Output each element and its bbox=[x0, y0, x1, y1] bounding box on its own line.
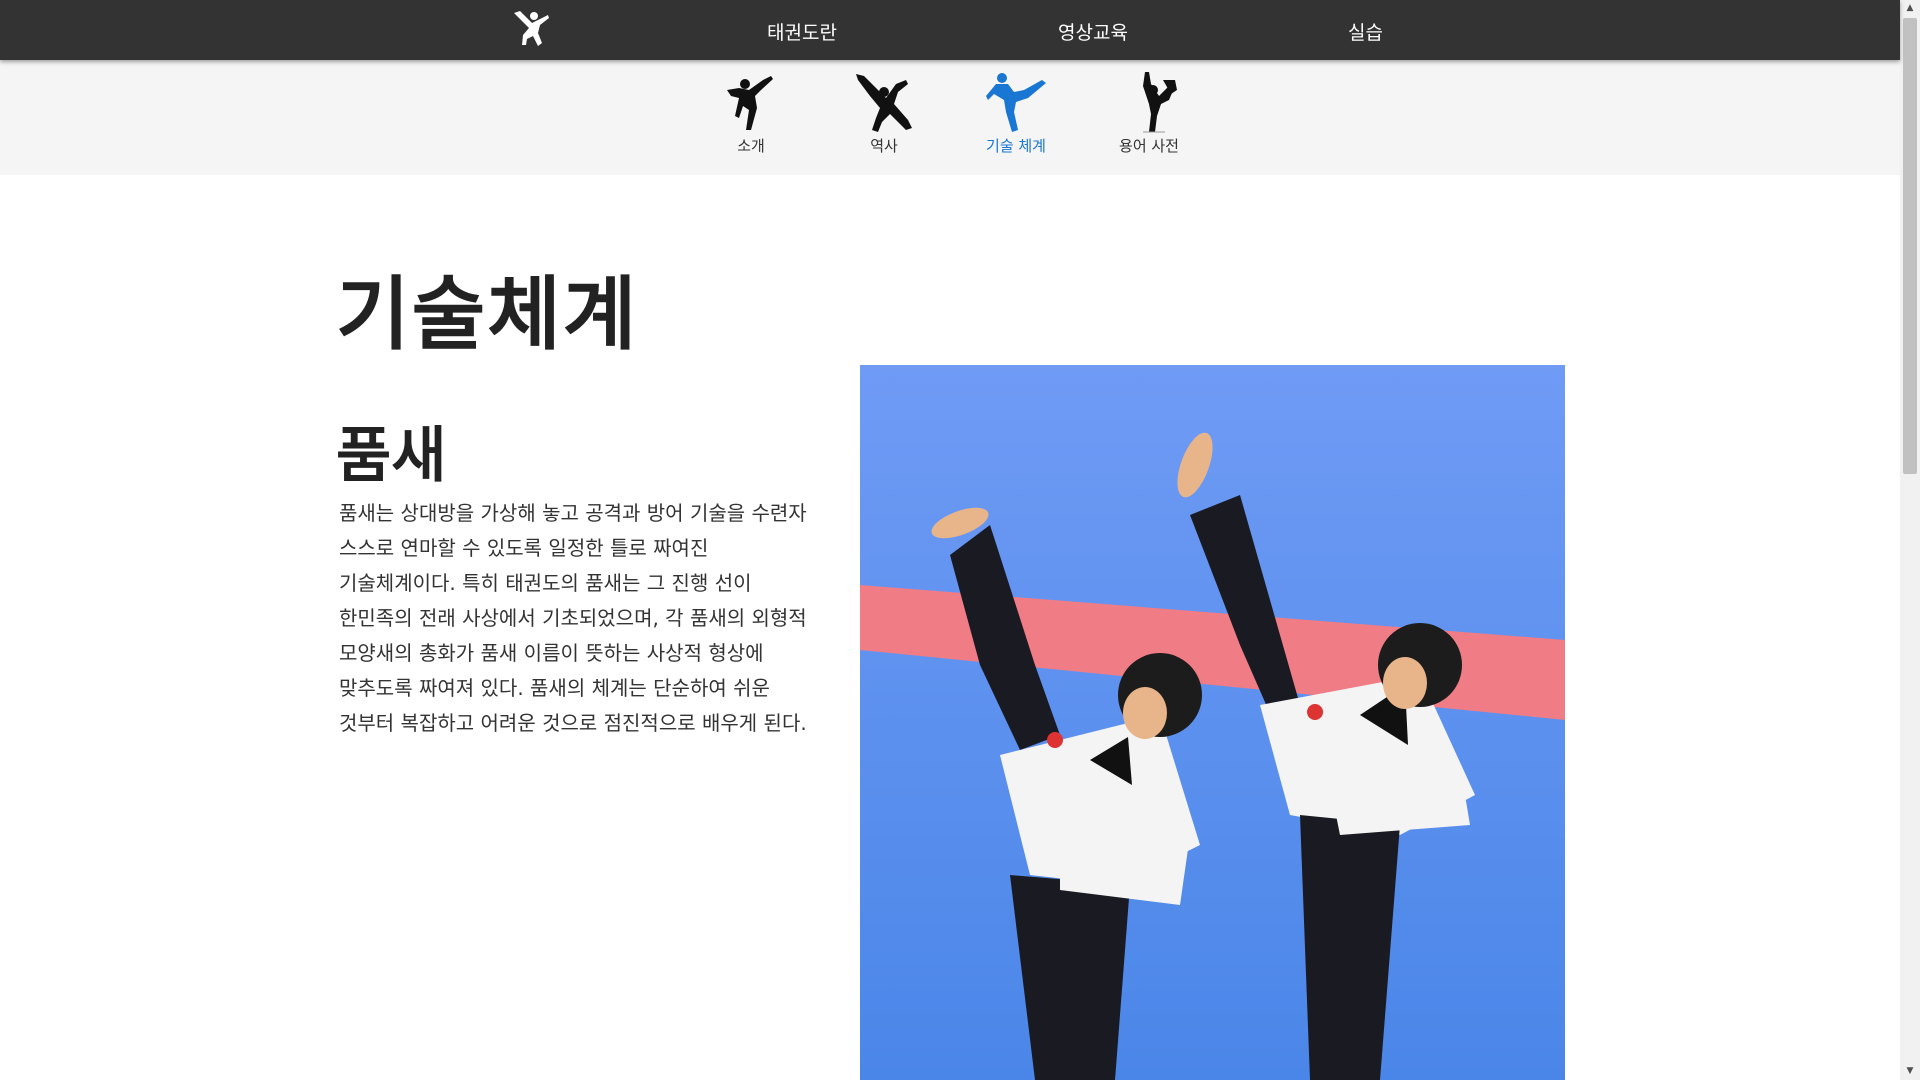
sub-navbar: 소개 역사 기술 체계 용어 사전 bbox=[0, 60, 1900, 175]
nav-link-practice[interactable]: 실습 bbox=[1348, 18, 1383, 45]
jump-kick-silhouette-icon bbox=[856, 74, 912, 132]
scroll-down-arrow-icon[interactable]: ▼ bbox=[1900, 1063, 1920, 1080]
section-title-poomsae: 품새 bbox=[336, 421, 447, 491]
nav-link-video-education[interactable]: 영상교육 bbox=[1058, 18, 1128, 45]
kick-silhouette-icon bbox=[727, 76, 773, 130]
scroll-up-arrow-icon[interactable]: ▲ bbox=[1900, 0, 1920, 17]
subnav-item-label: 용어 사전 bbox=[1119, 137, 1179, 155]
subnav-item-label: 소개 bbox=[737, 137, 765, 155]
subnav-item-intro[interactable]: 소개 bbox=[701, 70, 801, 170]
section-body-text: 품새는 상대방을 가상해 놓고 공격과 방어 기술을 수련자 스스로 연마할 수… bbox=[339, 501, 807, 735]
poomsae-kick-photo bbox=[860, 365, 1565, 1080]
top-navbar: 태권도란 영상교육 실습 bbox=[0, 0, 1900, 60]
subnav-item-glossary[interactable]: 용어 사전 bbox=[1099, 70, 1199, 170]
photo-illustration bbox=[860, 365, 1565, 1080]
subnav-item-technique-system[interactable]: 기술 체계 bbox=[966, 70, 1066, 170]
taekwondo-kick-logo-icon[interactable] bbox=[512, 9, 550, 49]
subnav-item-label: 역사 bbox=[870, 137, 898, 155]
page-title: 기술체계 bbox=[336, 268, 639, 361]
high-kick-silhouette-icon bbox=[1143, 72, 1177, 133]
scroll-thumb[interactable] bbox=[1903, 18, 1917, 474]
subnav-item-history[interactable]: 역사 bbox=[834, 70, 934, 170]
subnav-item-label: 기술 체계 bbox=[986, 137, 1046, 155]
side-kick-silhouette-icon bbox=[986, 73, 1046, 132]
nav-link-about-taekwondo[interactable]: 태권도란 bbox=[767, 18, 837, 45]
page-scrollbar[interactable]: ▲ ▼ bbox=[1900, 0, 1920, 1080]
